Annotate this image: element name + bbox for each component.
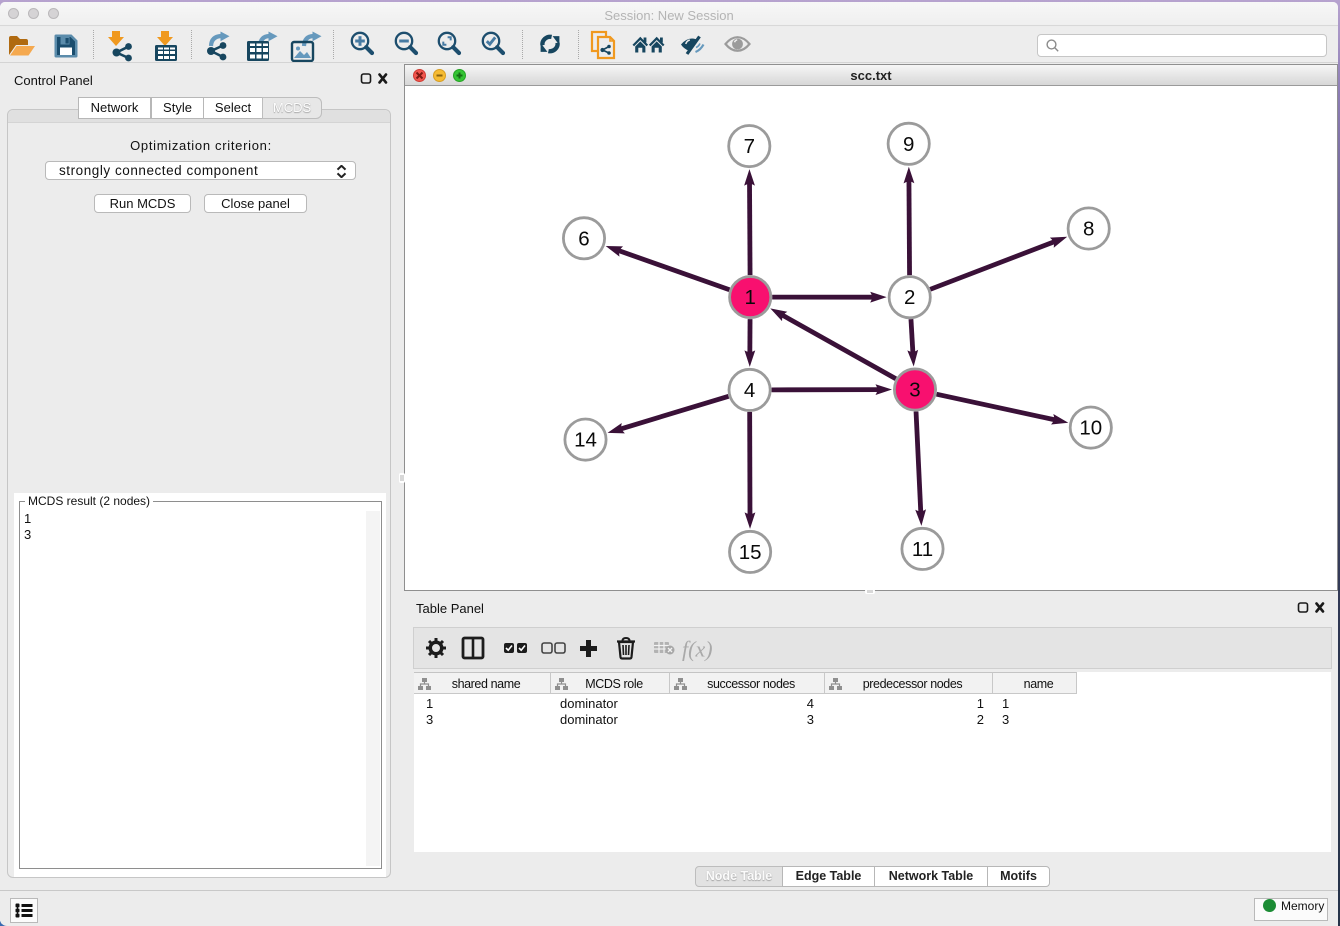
svg-text:2: 2 bbox=[904, 286, 915, 309]
svg-text:1: 1 bbox=[744, 286, 755, 309]
svg-text:6: 6 bbox=[578, 227, 589, 250]
svg-text:7: 7 bbox=[744, 135, 755, 158]
svg-text:15: 15 bbox=[739, 541, 762, 564]
svg-text:f(x): f(x) bbox=[682, 637, 713, 662]
svg-text:14: 14 bbox=[574, 429, 597, 452]
svg-text:9: 9 bbox=[903, 133, 914, 156]
svg-text:8: 8 bbox=[1083, 218, 1094, 241]
svg-text:10: 10 bbox=[1079, 417, 1102, 440]
svg-text:11: 11 bbox=[912, 538, 933, 561]
svg-text:4: 4 bbox=[744, 379, 755, 402]
svg-text:3: 3 bbox=[909, 379, 920, 402]
